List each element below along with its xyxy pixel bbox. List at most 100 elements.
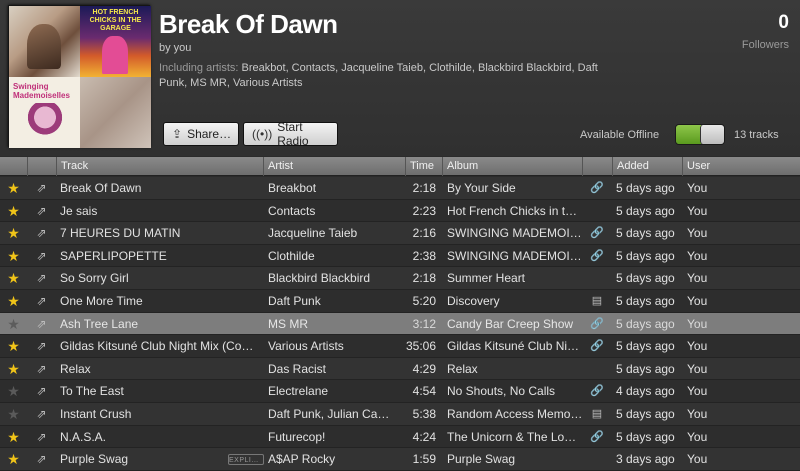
track-added-by[interactable]: You <box>687 380 747 402</box>
star-icon[interactable]: ★ <box>0 313 27 335</box>
star-icon[interactable]: ★ <box>0 448 27 470</box>
star-icon[interactable]: ★ <box>0 200 27 222</box>
column-header-time[interactable]: Time <box>405 157 442 176</box>
track-artist-link[interactable]: Daft Punk, Julian Ca… <box>268 403 392 425</box>
track-album-link[interactable]: Candy Bar Creep Show <box>447 313 583 335</box>
star-icon[interactable]: ★ <box>0 426 27 448</box>
column-header-user[interactable]: User <box>682 157 800 176</box>
star-icon[interactable]: ★ <box>0 290 27 312</box>
track-row[interactable]: ★ ⇗ Gildas Kitsuné Club Night Mix (Co… Vari… <box>0 335 800 358</box>
track-added-by[interactable]: You <box>687 200 747 222</box>
link-icon[interactable]: 🔗 <box>585 245 609 267</box>
track-added-by[interactable]: You <box>687 177 747 199</box>
track-artist-link[interactable]: MS MR <box>268 313 392 335</box>
track-row[interactable]: ★ ⇗ SAPERLIPOPETTE Clothilde 2:38 SWINGING MA… <box>0 244 800 268</box>
track-row[interactable]: ★ ⇗ Purple Swag EXPLICIT A$AP Rocky 1:59 Purpl… <box>0 448 800 471</box>
playlist-cover-art[interactable]: HOT FRENCH CHICKS IN THE GARAGE Swinging… <box>8 5 151 148</box>
track-added-by[interactable]: You <box>687 448 747 470</box>
star-icon[interactable]: ★ <box>0 380 27 402</box>
track-artist-link[interactable]: Electrelane <box>268 380 392 402</box>
toggle-knob[interactable] <box>700 125 724 144</box>
track-added-by[interactable]: You <box>687 245 747 267</box>
track-album-link[interactable]: No Shouts, No Calls <box>447 380 583 402</box>
share-track-icon[interactable]: ⇗ <box>27 245 56 267</box>
track-album-link[interactable]: The Unicorn & The Lo… <box>447 426 583 448</box>
available-offline-toggle[interactable] <box>675 124 725 145</box>
star-icon[interactable]: ★ <box>0 335 27 357</box>
track-artist-link[interactable]: Futurecop! <box>268 426 392 448</box>
track-row[interactable]: ★ ⇗ Instant Crush Daft Punk, Julian Ca… 5:38… <box>0 402 800 426</box>
track-added-by[interactable]: You <box>687 267 747 289</box>
track-album-link[interactable]: Gildas Kitsuné Club Ni… <box>447 335 583 357</box>
track-artist-link[interactable]: Daft Punk <box>268 290 392 312</box>
track-album-link[interactable]: Discovery <box>447 290 583 312</box>
share-track-icon[interactable]: ⇗ <box>27 448 56 470</box>
link-icon[interactable]: 🔗 <box>585 380 609 402</box>
track-added-by[interactable]: You <box>687 335 747 357</box>
star-icon[interactable]: ★ <box>0 403 27 425</box>
track-row[interactable]: ★ ⇗ Relax Das Racist 4:29 Relax 5 days ago You <box>0 357 800 381</box>
share-track-icon[interactable]: ⇗ <box>27 426 56 448</box>
track-row[interactable]: ★ ⇗ N.A.S.A. Futurecop! 4:24 The Unicorn & Th… <box>0 425 800 449</box>
track-album-link[interactable]: Random Access Memo… <box>447 403 583 425</box>
playlist-owner[interactable]: by you <box>159 42 191 54</box>
column-header-share[interactable] <box>27 157 56 176</box>
share-button[interactable]: ⇪ Share… <box>163 122 239 146</box>
track-album-link[interactable]: By Your Side <box>447 177 583 199</box>
column-header-track[interactable]: Track <box>56 157 263 176</box>
start-radio-button[interactable]: ((•)) Start Radio <box>243 120 338 148</box>
track-album-link[interactable]: SWINGING MADEMOIS… <box>447 222 583 244</box>
track-artist-link[interactable]: Clothilde <box>268 245 392 267</box>
share-track-icon[interactable]: ⇗ <box>27 222 56 244</box>
column-header-star[interactable] <box>0 157 27 176</box>
share-track-icon[interactable]: ⇗ <box>27 267 56 289</box>
share-track-icon[interactable]: ⇗ <box>27 335 56 357</box>
track-row[interactable]: ★ ⇗ Ash Tree Lane MS MR 3:12 Candy Bar Creep … <box>0 312 800 336</box>
track-album-link[interactable]: Summer Heart <box>447 267 583 289</box>
column-header-artist[interactable]: Artist <box>263 157 405 176</box>
link-icon[interactable]: 🔗 <box>585 177 609 199</box>
star-icon[interactable]: ★ <box>0 267 27 289</box>
share-track-icon[interactable]: ⇗ <box>27 403 56 425</box>
share-track-icon[interactable]: ⇗ <box>27 177 56 199</box>
column-header-added[interactable]: Added <box>612 157 682 176</box>
track-row[interactable]: ★ ⇗ 7 HEURES DU MATIN Jacqueline Taieb 2:16 S… <box>0 222 800 245</box>
track-album-link[interactable]: Relax <box>447 358 583 380</box>
track-artist-link[interactable]: Das Racist <box>268 358 392 380</box>
track-added-by[interactable]: You <box>687 222 747 244</box>
track-added-by[interactable]: You <box>687 358 747 380</box>
track-artist-link[interactable]: A$AP Rocky <box>268 448 392 470</box>
document-icon[interactable]: ▤ <box>585 290 609 312</box>
track-added-by[interactable]: You <box>687 403 747 425</box>
track-added-by[interactable]: You <box>687 426 747 448</box>
track-album-link[interactable]: Hot French Chicks in t… <box>447 200 583 222</box>
share-track-icon[interactable]: ⇗ <box>27 358 56 380</box>
star-icon[interactable]: ★ <box>0 358 27 380</box>
link-icon[interactable]: 🔗 <box>585 313 609 335</box>
link-icon[interactable]: 🔗 <box>585 222 609 244</box>
track-row[interactable]: ★ ⇗ Break Of Dawn Breakbot 2:18 By Your Side 🔗… <box>0 177 800 200</box>
track-artist-link[interactable]: Blackbird Blackbird <box>268 267 392 289</box>
star-icon[interactable]: ★ <box>0 245 27 267</box>
track-artist-link[interactable]: Contacts <box>268 200 392 222</box>
track-row[interactable]: ★ ⇗ So Sorry Girl Blackbird Blackbird 2:18 Su… <box>0 267 800 290</box>
share-track-icon[interactable]: ⇗ <box>27 313 56 335</box>
track-album-link[interactable]: SWINGING MADEMOIS… <box>447 245 583 267</box>
track-album-link[interactable]: Purple Swag <box>447 448 583 470</box>
track-artist-link[interactable]: Breakbot <box>268 177 392 199</box>
track-row[interactable]: ★ ⇗ One More Time Daft Punk 5:20 Discovery ▤ 5 … <box>0 289 800 313</box>
star-icon[interactable]: ★ <box>0 177 27 199</box>
star-icon[interactable]: ★ <box>0 222 27 244</box>
share-track-icon[interactable]: ⇗ <box>27 200 56 222</box>
column-header-album[interactable]: Album <box>442 157 582 176</box>
share-track-icon[interactable]: ⇗ <box>27 380 56 402</box>
document-icon[interactable]: ▤ <box>585 403 609 425</box>
share-track-icon[interactable]: ⇗ <box>27 290 56 312</box>
track-row[interactable]: ★ ⇗ To The East Electrelane 4:54 No Shouts, N… <box>0 380 800 403</box>
link-icon[interactable]: 🔗 <box>585 426 609 448</box>
track-row[interactable]: ★ ⇗ Je sais Contacts 2:23 Hot French Chicks i… <box>0 199 800 223</box>
track-artist-link[interactable]: Various Artists <box>268 335 392 357</box>
link-icon[interactable]: 🔗 <box>585 335 609 357</box>
track-added-by[interactable]: You <box>687 313 747 335</box>
track-added-by[interactable]: You <box>687 290 747 312</box>
